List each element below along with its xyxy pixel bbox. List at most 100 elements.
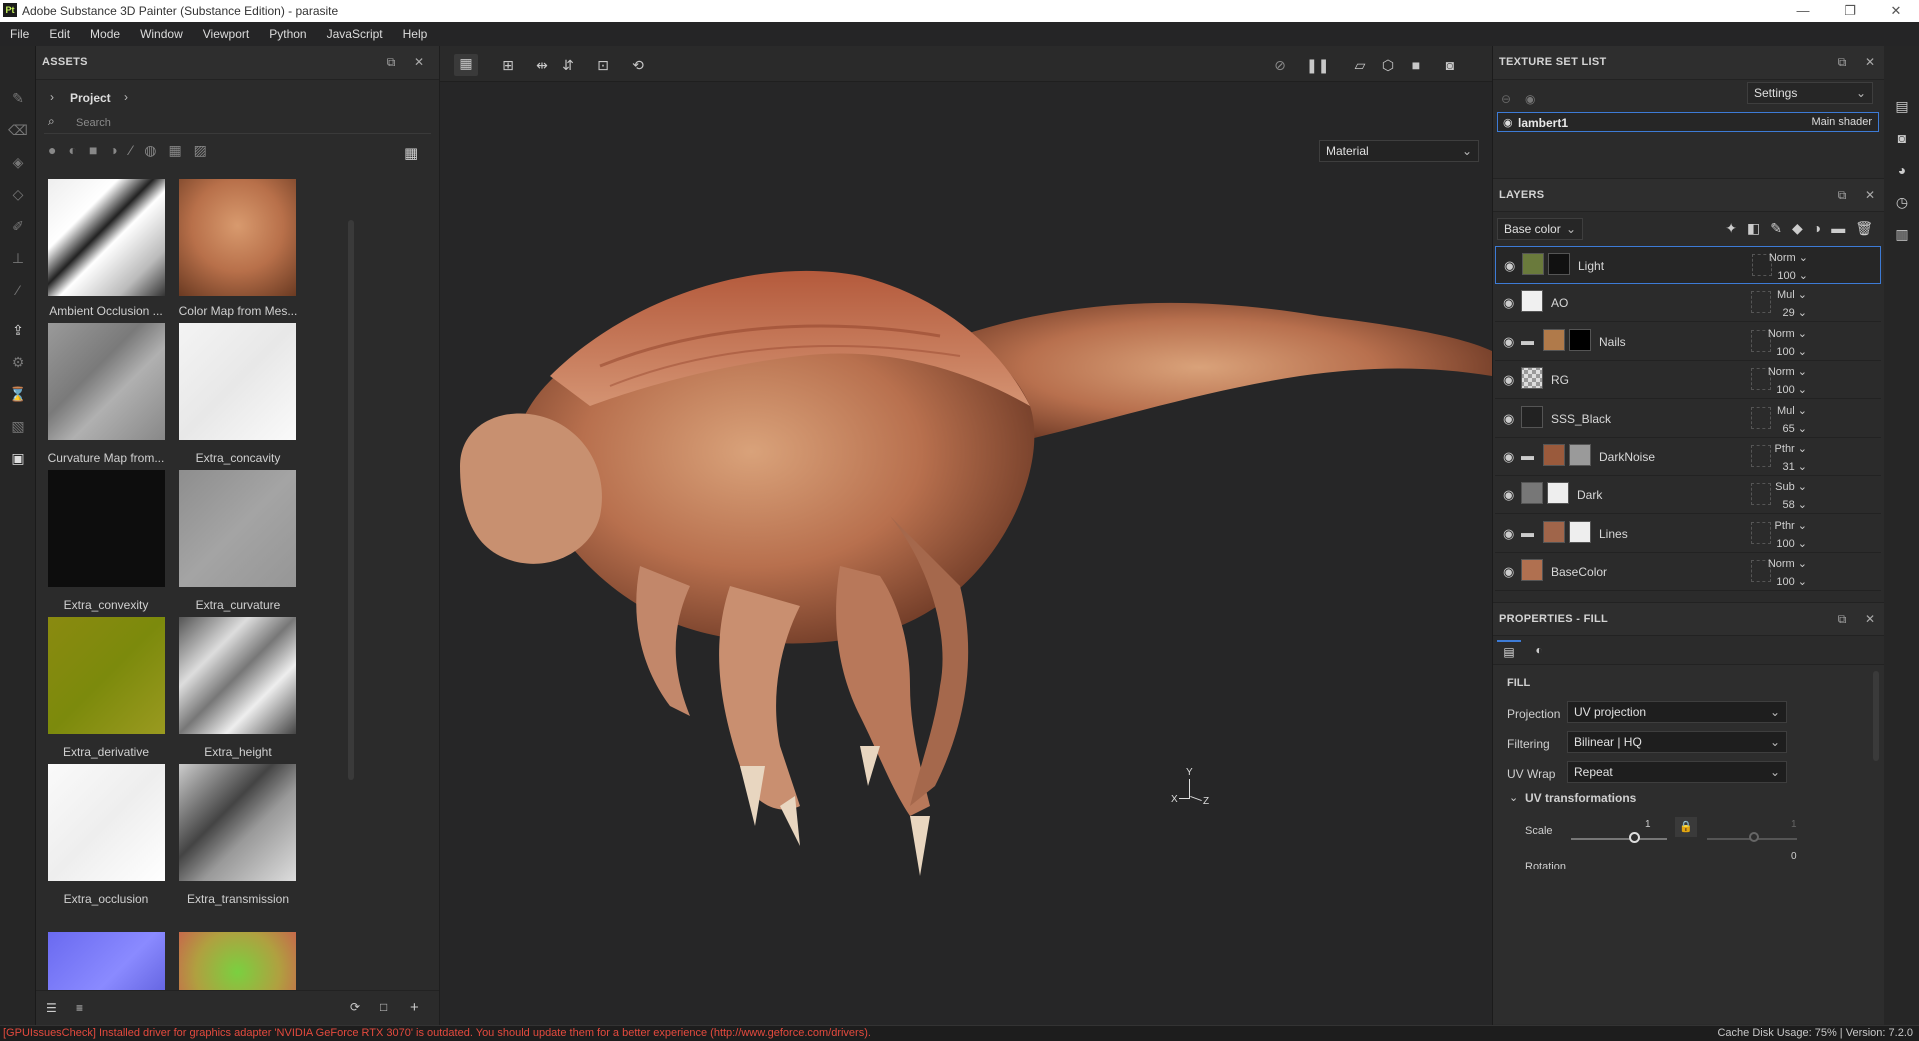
mirror-y-icon[interactable]: ⇵: [558, 56, 578, 74]
layer-mask-thumbnail[interactable]: [1569, 328, 1591, 351]
float-panel-icon[interactable]: ⧉: [1835, 612, 1849, 626]
menu-help[interactable]: Help: [393, 22, 438, 46]
add-asset-icon[interactable]: +: [410, 999, 419, 1016]
eye-icon[interactable]: ◉: [1503, 372, 1517, 387]
add-mask-icon[interactable]: ◧: [1747, 220, 1770, 236]
layer-name[interactable]: RG: [1551, 373, 1569, 387]
layer-opacity[interactable]: 29 ⌄: [1767, 306, 1807, 319]
filter-particles-icon[interactable]: ◍: [144, 142, 168, 158]
asset-thumb-color-map[interactable]: [179, 179, 296, 296]
add-smart-material-icon[interactable]: ◑: [1813, 220, 1831, 236]
layer-name[interactable]: BaseColor: [1551, 565, 1607, 579]
close-panel-icon[interactable]: ✕: [1863, 612, 1877, 626]
eye-icon[interactable]: ◉: [1503, 334, 1517, 349]
asset-thumb-occlusion[interactable]: [48, 764, 165, 881]
layer-opacity[interactable]: 100 ⌄: [1767, 537, 1807, 550]
asset-thumb-height[interactable]: [179, 617, 296, 734]
layer-opacity[interactable]: 65 ⌄: [1767, 422, 1807, 435]
layer-name[interactable]: DarkNoise: [1599, 450, 1655, 464]
camera-icon[interactable]: ■: [1406, 56, 1426, 74]
eye-icon[interactable]: ◉: [1504, 258, 1518, 273]
tiling-icon[interactable]: ⊞: [498, 56, 518, 74]
new-folder-icon[interactable]: □: [380, 1000, 387, 1014]
asset-thumb-curvature2[interactable]: [179, 470, 296, 587]
close-panel-icon[interactable]: ✕: [1863, 188, 1877, 202]
list-view-icon[interactable]: ☰: [46, 1001, 57, 1015]
menu-file[interactable]: File: [0, 22, 39, 46]
layer-blend-mode[interactable]: Norm ⌄: [1767, 557, 1807, 570]
layer-row[interactable]: ◉ SSS_Black Mul ⌄ 65 ⌄: [1495, 400, 1881, 438]
layer-blend-mode[interactable]: Norm ⌄: [1767, 327, 1807, 340]
clone-stamp-icon[interactable]: ⊥: [8, 248, 28, 268]
filter-generators-icon[interactable]: ◑: [109, 142, 129, 158]
uv-transformations-label[interactable]: UV transformations: [1525, 791, 1636, 805]
filter-textures-icon[interactable]: ▦: [168, 142, 193, 158]
layer-row[interactable]: ◉ BaseColor Norm ⌄ 100 ⌄: [1495, 553, 1881, 592]
layer-blend-mode[interactable]: Mul ⌄: [1767, 288, 1807, 301]
menu-edit[interactable]: Edit: [39, 22, 80, 46]
symmetry-grid-icon[interactable]: ▦: [454, 54, 478, 76]
texture-set-settings-icon[interactable]: ▤: [1892, 96, 1912, 116]
filter-brushes-icon[interactable]: ⁄: [130, 142, 144, 158]
layer-opacity[interactable]: 58 ⌄: [1767, 498, 1807, 511]
status-message[interactable]: [GPUIssuesCheck] Installed driver for gr…: [3, 1027, 871, 1039]
layer-mask-thumbnail[interactable]: [1569, 520, 1591, 543]
layer-thumbnail[interactable]: [1521, 367, 1543, 390]
layer-thumbnail[interactable]: [1521, 559, 1543, 582]
camera-reset-icon[interactable]: ⟲: [628, 56, 648, 74]
layer-blend-mode[interactable]: Pthr ⌄: [1767, 519, 1807, 532]
layer-name[interactable]: Lines: [1599, 527, 1628, 541]
layer-thumbnail[interactable]: [1543, 328, 1565, 351]
eye-icon[interactable]: ◉: [1503, 449, 1517, 464]
asset-thumb-transmission[interactable]: [179, 764, 296, 881]
layer-opacity[interactable]: 100 ⌄: [1767, 575, 1807, 588]
properties-tab-fill[interactable]: ▤: [1497, 640, 1521, 662]
layer-blend-mode[interactable]: Sub ⌄: [1767, 480, 1807, 493]
folder-icon[interactable]: ▬: [1521, 333, 1534, 348]
mirror-x-icon[interactable]: ⇹: [532, 56, 552, 74]
layer-row[interactable]: ◉ ▬ Lines Pthr ⌄ 100 ⌄: [1495, 515, 1881, 553]
layer-name[interactable]: Dark: [1577, 488, 1602, 502]
display-settings-icon[interactable]: ▣: [8, 448, 28, 468]
breadcrumb-project[interactable]: Project: [70, 91, 111, 105]
fit-view-icon[interactable]: ⊡: [593, 56, 613, 74]
layer-name[interactable]: Light: [1578, 259, 1604, 273]
2d-view-icon[interactable]: ▱: [1350, 56, 1370, 74]
layer-name[interactable]: AO: [1551, 296, 1568, 310]
layer-row[interactable]: ◉ Light Norm ⌄ 100 ⌄: [1495, 246, 1881, 284]
layer-row[interactable]: ◉ RG Norm ⌄ 100 ⌄: [1495, 361, 1881, 400]
asset-thumb-ao[interactable]: [48, 179, 165, 296]
folder-icon[interactable]: ▬: [1521, 525, 1534, 540]
menu-mode[interactable]: Mode: [80, 22, 130, 46]
viewport-3d[interactable]: Y X Z Material ⌄: [440, 46, 1492, 1025]
float-panel-icon[interactable]: ⧉: [384, 55, 398, 69]
add-paint-layer-icon[interactable]: ✎: [1770, 220, 1792, 236]
color-picker-icon[interactable]: ⁄: [8, 280, 28, 300]
delete-layer-icon[interactable]: 🗑: [1855, 220, 1883, 236]
float-panel-icon[interactable]: ⧉: [1835, 188, 1849, 202]
close-panel-icon[interactable]: ✕: [1863, 55, 1877, 69]
asset-thumb-derivative[interactable]: [48, 617, 165, 734]
viewport-mode-select[interactable]: Material ⌄: [1319, 140, 1479, 162]
filter-environments-icon[interactable]: ▨: [194, 142, 219, 158]
layer-thumbnail[interactable]: [1521, 290, 1543, 313]
screenshot-icon[interactable]: ◙: [1440, 56, 1460, 74]
layer-thumbnail[interactable]: [1543, 520, 1565, 543]
layer-blend-mode[interactable]: Norm ⌄: [1767, 365, 1807, 378]
filter-materials-icon[interactable]: ●: [48, 142, 68, 158]
eraser-icon[interactable]: ⌫: [8, 120, 28, 140]
collapse-chevron-icon[interactable]: ⌄: [1509, 791, 1518, 804]
texture-set-eye-icon[interactable]: ◉: [1525, 92, 1535, 106]
texture-set-link-icon[interactable]: ⊖: [1501, 92, 1511, 106]
asset-thumb-convexity[interactable]: [48, 470, 165, 587]
projection-icon[interactable]: ◈: [8, 152, 28, 172]
layer-mask-thumbnail[interactable]: [1548, 253, 1570, 275]
layer-thumbnail[interactable]: [1521, 482, 1543, 505]
menu-python[interactable]: Python: [259, 22, 316, 46]
settings-gear-icon[interactable]: ⚙: [8, 352, 28, 372]
properties-tab-material[interactable]: ◐: [1527, 640, 1551, 662]
maximize-button[interactable]: ❐: [1832, 2, 1868, 20]
uv-icon[interactable]: ▧: [8, 416, 28, 436]
eye-icon[interactable]: ◉: [1503, 116, 1513, 129]
detail-view-icon[interactable]: ≡: [76, 1001, 83, 1015]
